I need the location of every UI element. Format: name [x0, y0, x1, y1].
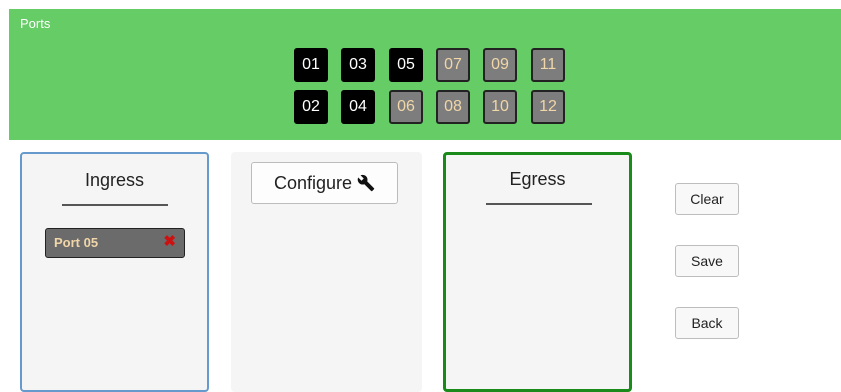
port-button-03[interactable]: 03 [341, 48, 375, 82]
save-button[interactable]: Save [675, 245, 739, 277]
egress-title: Egress [509, 169, 566, 189]
configure-button[interactable]: Configure [251, 162, 398, 204]
ports-panel: Ports 01 03 05 07 09 11 02 04 06 08 10 1… [9, 9, 841, 140]
ingress-panel[interactable]: Ingress Port 05 ✖ [20, 152, 209, 392]
back-button[interactable]: Back [675, 307, 739, 339]
port-button-07[interactable]: 07 [436, 48, 470, 82]
ingress-port-chip[interactable]: Port 05 ✖ [45, 228, 185, 258]
configure-panel: Configure [231, 152, 422, 392]
port-button-08[interactable]: 08 [436, 90, 470, 124]
port-button-10[interactable]: 10 [483, 90, 517, 124]
ports-title: Ports [20, 16, 51, 31]
port-button-02[interactable]: 02 [294, 90, 328, 124]
ingress-title: Ingress [84, 170, 145, 190]
ingress-port-label: Port 05 [54, 235, 99, 250]
port-button-11[interactable]: 11 [531, 48, 565, 82]
port-button-09[interactable]: 09 [483, 48, 517, 82]
configure-label: Configure [273, 172, 353, 193]
wrench-icon [357, 174, 375, 192]
ingress-divider [62, 204, 168, 206]
egress-panel[interactable]: Egress [443, 152, 632, 392]
remove-port-icon[interactable]: ✖ [163, 234, 176, 250]
port-button-01[interactable]: 01 [294, 48, 328, 82]
port-button-12[interactable]: 12 [531, 90, 565, 124]
egress-divider [486, 203, 592, 205]
port-button-05[interactable]: 05 [389, 48, 423, 82]
clear-button[interactable]: Clear [675, 183, 739, 215]
port-button-06[interactable]: 06 [389, 90, 423, 124]
port-button-04[interactable]: 04 [341, 90, 375, 124]
